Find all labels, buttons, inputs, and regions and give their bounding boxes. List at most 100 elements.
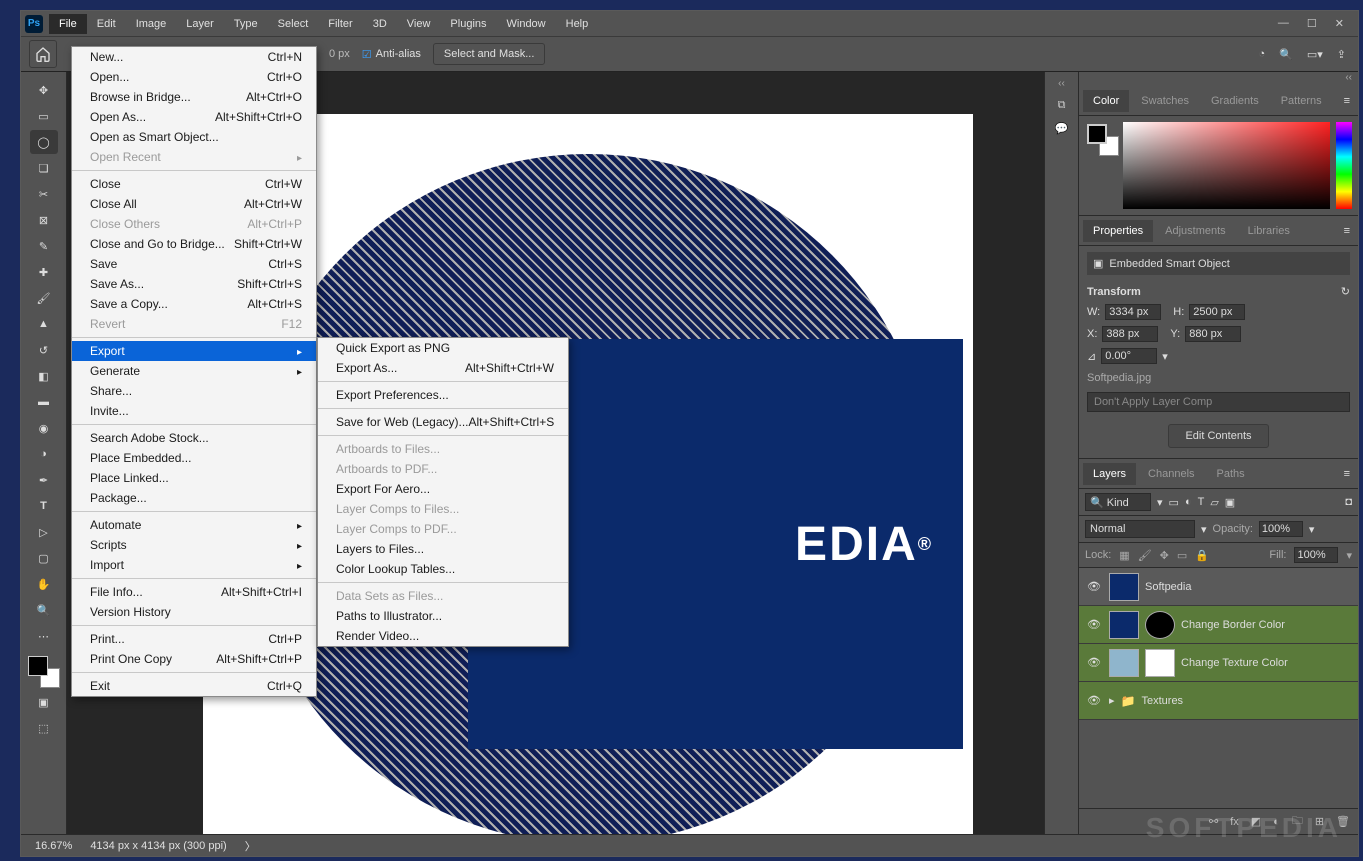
brush-tool-icon[interactable]: 🖌 — [30, 286, 58, 310]
cloud-account-icon[interactable]: ◔ — [1259, 48, 1266, 60]
foreground-color-chip[interactable] — [28, 656, 48, 676]
export-submenu-item[interactable]: Quick Export as PNG — [318, 338, 568, 358]
chevron-right-icon[interactable]: ▸ — [1109, 694, 1115, 707]
layer-mask-thumbnail[interactable] — [1145, 649, 1175, 677]
lock-all-icon[interactable]: 🔒 — [1195, 549, 1209, 562]
file-menu-item[interactable]: Open as Smart Object... — [72, 127, 316, 147]
file-menu-item[interactable]: Place Embedded... — [72, 448, 316, 468]
menubar-item-type[interactable]: Type — [224, 14, 268, 34]
export-submenu-item[interactable]: Export As...Alt+Shift+Ctrl+W — [318, 358, 568, 378]
zoom-tool-icon[interactable]: 🔍 — [30, 598, 58, 622]
blend-mode-select[interactable] — [1085, 520, 1195, 538]
layer-mask-icon[interactable]: ◩ — [1251, 815, 1261, 828]
filter-smart-icon[interactable]: ▣ — [1225, 496, 1235, 509]
lock-transparent-icon[interactable]: ▦ — [1119, 549, 1129, 562]
layer-thumbnail[interactable] — [1109, 611, 1139, 639]
color-fg-chip[interactable] — [1087, 124, 1107, 144]
foreground-background-colors[interactable] — [28, 656, 60, 688]
maximize-icon[interactable]: ☐ — [1307, 17, 1317, 30]
edit-contents-button[interactable]: Edit Contents — [1168, 424, 1268, 448]
layers-panel-menu-icon[interactable]: ≡ — [1336, 468, 1358, 480]
dodge-tool-icon[interactable]: ◑ — [30, 442, 58, 466]
layer-mask-thumbnail[interactable] — [1145, 611, 1175, 639]
dock-expand-icon[interactable]: ‹‹ — [1058, 78, 1065, 89]
file-menu-item[interactable]: Close and Go to Bridge...Shift+Ctrl+W — [72, 234, 316, 254]
home-button[interactable] — [29, 40, 57, 68]
history-panel-icon[interactable]: ⧉ — [1058, 99, 1066, 112]
screen-mode-icon[interactable]: ⬚ — [30, 716, 58, 740]
close-icon[interactable]: ✕ — [1335, 17, 1344, 30]
menubar-item-help[interactable]: Help — [556, 14, 599, 34]
healing-brush-tool-icon[interactable]: ✚ — [30, 260, 58, 284]
file-menu-item[interactable]: Share... — [72, 381, 316, 401]
layer-row[interactable]: 👁Softpedia — [1079, 568, 1358, 606]
clone-stamp-tool-icon[interactable]: ▲ — [30, 312, 58, 336]
color-fgbg[interactable] — [1085, 122, 1117, 209]
layer-row[interactable]: 👁Change Border Color — [1079, 606, 1358, 644]
file-menu-item[interactable]: Generate — [72, 361, 316, 381]
file-menu-item[interactable]: Export — [72, 341, 316, 361]
marquee-tool-icon[interactable]: ▭ — [30, 104, 58, 128]
visibility-icon[interactable]: 👁 — [1085, 580, 1103, 593]
properties-tab-libraries[interactable]: Libraries — [1238, 220, 1300, 242]
export-submenu-item[interactable]: Paths to Illustrator... — [318, 606, 568, 626]
menubar-item-layer[interactable]: Layer — [176, 14, 224, 34]
rectangle-tool-icon[interactable]: ▢ — [30, 546, 58, 570]
blend-dropdown-icon[interactable]: ▾ — [1201, 523, 1207, 536]
pen-tool-icon[interactable]: ✒ — [30, 468, 58, 492]
export-submenu-item[interactable]: Color Lookup Tables... — [318, 559, 568, 579]
file-menu-item[interactable]: File Info...Alt+Shift+Ctrl+I — [72, 582, 316, 602]
y-field[interactable] — [1185, 326, 1241, 342]
hue-slider[interactable] — [1336, 122, 1352, 209]
filter-type-icon[interactable]: T — [1198, 496, 1205, 508]
file-menu-item[interactable]: Open As...Alt+Shift+Ctrl+O — [72, 107, 316, 127]
minimize-icon[interactable]: — — [1278, 17, 1289, 30]
file-menu-item[interactable]: Print...Ctrl+P — [72, 629, 316, 649]
type-tool-icon[interactable]: T — [30, 494, 58, 518]
color-field[interactable] — [1123, 122, 1330, 209]
filter-toggle-icon[interactable]: ◘ — [1345, 496, 1352, 508]
visibility-icon[interactable]: 👁 — [1085, 694, 1103, 707]
layers-tab-channels[interactable]: Channels — [1138, 463, 1204, 485]
history-brush-tool-icon[interactable]: ↺ — [30, 338, 58, 362]
menubar-item-window[interactable]: Window — [497, 14, 556, 34]
opacity-dropdown-icon[interactable]: ▾ — [1309, 523, 1315, 536]
export-submenu-item[interactable]: Layers to Files... — [318, 539, 568, 559]
share-icon[interactable]: ⇪ — [1337, 48, 1346, 61]
x-field[interactable] — [1102, 326, 1158, 342]
menubar-item-file[interactable]: File — [49, 14, 87, 34]
layers-tab-paths[interactable]: Paths — [1207, 463, 1255, 485]
panel-collapse-icon[interactable]: ‹‹ — [1079, 72, 1358, 86]
file-menu-item[interactable]: Package... — [72, 488, 316, 508]
visibility-icon[interactable]: 👁 — [1085, 656, 1103, 669]
layer-fx-icon[interactable]: fx — [1230, 816, 1239, 828]
lock-paint-icon[interactable]: 🖌 — [1138, 549, 1152, 562]
file-menu-item[interactable]: Close AllAlt+Ctrl+W — [72, 194, 316, 214]
fill-dropdown-icon[interactable]: ▾ — [1346, 549, 1352, 562]
blur-tool-icon[interactable]: ◉ — [30, 416, 58, 440]
export-submenu-item[interactable]: Render Video... — [318, 626, 568, 646]
file-menu-item[interactable]: ExitCtrl+Q — [72, 676, 316, 696]
delete-layer-icon[interactable]: 🗑 — [1336, 815, 1350, 828]
width-field[interactable] — [1105, 304, 1161, 320]
menubar-item-3d[interactable]: 3D — [363, 14, 397, 34]
file-menu-item[interactable]: New...Ctrl+N — [72, 47, 316, 67]
color-tab-swatches[interactable]: Swatches — [1131, 90, 1199, 112]
new-layer-icon[interactable]: ⊞ — [1315, 815, 1324, 828]
menubar-item-view[interactable]: View — [397, 14, 441, 34]
fill-field[interactable] — [1294, 547, 1338, 563]
link-layers-icon[interactable]: ⚯ — [1209, 815, 1218, 828]
file-menu-item[interactable]: Open...Ctrl+O — [72, 67, 316, 87]
quick-select-tool-icon[interactable]: ❏ — [30, 156, 58, 180]
angle-field[interactable] — [1101, 348, 1157, 364]
file-menu-item[interactable]: Save a Copy...Alt+Ctrl+S — [72, 294, 316, 314]
file-menu-item[interactable]: Search Adobe Stock... — [72, 428, 316, 448]
filter-pixel-icon[interactable]: ▭ — [1169, 496, 1179, 509]
layer-row[interactable]: 👁▸Textures — [1079, 682, 1358, 720]
layers-kind-select[interactable] — [1085, 493, 1151, 511]
edit-toolbar-icon[interactable]: ⋯ — [30, 624, 58, 648]
export-submenu-item[interactable]: Export For Aero... — [318, 479, 568, 499]
color-tab-color[interactable]: Color — [1083, 90, 1129, 112]
menubar-item-plugins[interactable]: Plugins — [440, 14, 496, 34]
file-menu-item[interactable]: Import — [72, 555, 316, 575]
